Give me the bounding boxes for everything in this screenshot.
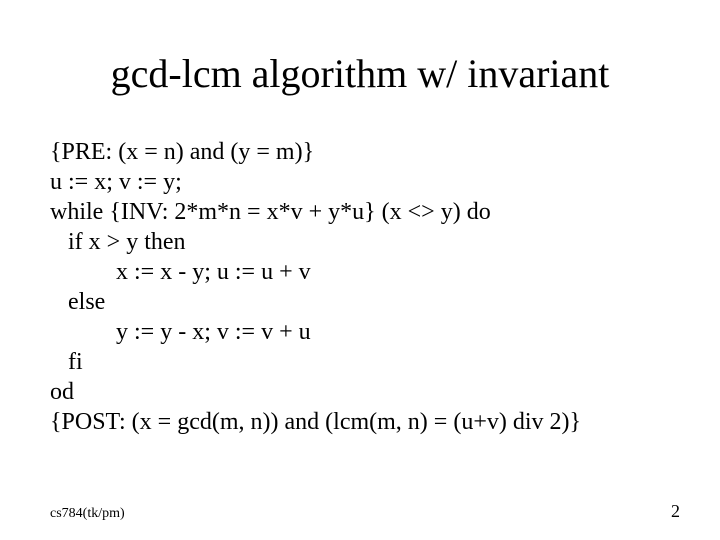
slide-title: gcd-lcm algorithm w/ invariant [50,50,670,97]
slide: gcd-lcm algorithm w/ invariant {PRE: (x … [0,0,720,540]
footer-left-text: cs784(tk/pm) [50,506,125,522]
slide-body-code: {PRE: (x = n) and (y = m)} u := x; v := … [50,137,670,437]
page-number: 2 [671,501,680,522]
slide-footer: cs784(tk/pm) 2 [50,501,680,522]
